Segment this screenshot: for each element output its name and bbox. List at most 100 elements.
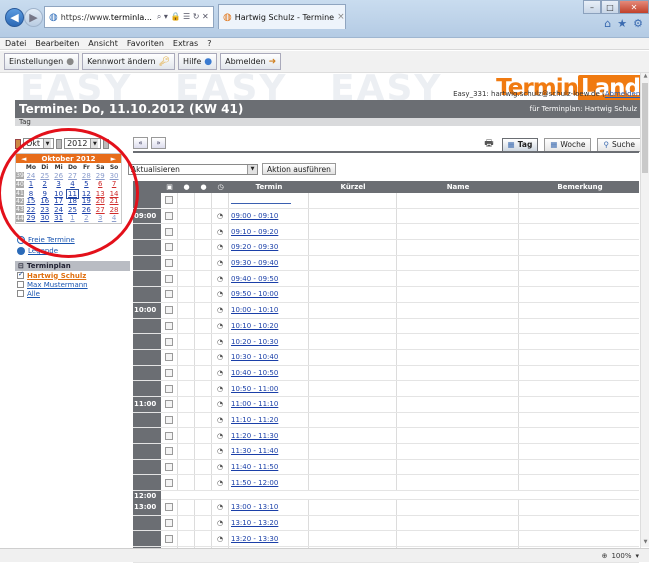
row-checkbox[interactable]	[165, 275, 173, 283]
checkbox-cell[interactable]	[161, 240, 178, 255]
row-checkbox[interactable]	[165, 369, 173, 377]
address-controls[interactable]: ⌕ ▾ 🔒 ☰ ↻ ✕	[157, 12, 209, 22]
time-slot-link[interactable]: 09:00 - 09:10	[229, 209, 309, 224]
gear-icon[interactable]: ⚙	[633, 17, 643, 30]
row-checkbox[interactable]	[165, 259, 173, 267]
schedule-label[interactable]: Max Mustermann	[27, 281, 88, 289]
row-checkbox[interactable]	[165, 306, 173, 314]
time-slot-link[interactable]: 11:20 - 11:30	[229, 428, 309, 443]
row-checkbox[interactable]	[165, 416, 173, 424]
menu-item[interactable]: ?	[207, 39, 211, 48]
time-slot-link[interactable]: 09:50 - 10:00	[229, 287, 309, 302]
menu-item[interactable]: Ansicht	[88, 39, 118, 48]
favorites-star-icon[interactable]: ★	[617, 17, 627, 30]
home-icon[interactable]: ⌂	[604, 17, 611, 30]
select-all-checkbox[interactable]: ▣	[161, 183, 178, 191]
row-checkbox[interactable]	[165, 228, 173, 236]
menu-item[interactable]: Datei	[5, 39, 26, 48]
execute-action-button[interactable]: Aktion ausführen	[262, 163, 336, 175]
row-checkbox[interactable]	[165, 243, 173, 251]
time-slot-link[interactable]: 13:00 - 13:10	[229, 500, 309, 515]
tab-day[interactable]: ▦Tag	[502, 138, 539, 152]
time-slot-link[interactable]: 10:10 - 10:20	[229, 319, 309, 334]
schedule-checkbox[interactable]	[17, 281, 24, 288]
action-select[interactable]: Aktualisieren▼	[128, 164, 258, 175]
calendar-day[interactable]: 24	[24, 172, 38, 180]
month-select[interactable]: Okt▼	[23, 138, 54, 149]
checkbox-cell[interactable]	[161, 531, 178, 546]
menu-item[interactable]: Bearbeiten	[35, 39, 79, 48]
row-checkbox[interactable]	[165, 196, 173, 204]
calendar-day[interactable]: 18	[66, 197, 80, 205]
schedule-label[interactable]: Alle	[27, 290, 40, 298]
legend-link[interactable]: Legende	[17, 247, 58, 255]
row-checkbox[interactable]	[165, 447, 173, 455]
checkbox-cell[interactable]	[161, 381, 178, 396]
calendar-day[interactable]: 26	[52, 172, 66, 180]
time-slot-link[interactable]: 11:00 - 11:10	[229, 397, 309, 412]
time-slot-link[interactable]: 11:40 - 11:50	[229, 460, 309, 475]
calendar-day[interactable]: 16	[38, 197, 52, 205]
logout-link[interactable]: Abmelden	[605, 90, 641, 98]
checkbox-cell[interactable]	[161, 516, 178, 531]
row-checkbox[interactable]	[165, 338, 173, 346]
calendar-day[interactable]: 4	[107, 214, 121, 222]
row-checkbox[interactable]	[165, 503, 173, 511]
calendar-day[interactable]: 27	[66, 172, 80, 180]
row-checkbox[interactable]	[165, 400, 173, 408]
prev-month-button[interactable]: ◄	[21, 155, 26, 163]
schedule-checkbox[interactable]	[17, 290, 24, 297]
calendar-day[interactable]: 4	[66, 180, 80, 188]
menu-item[interactable]: Favoriten	[127, 39, 164, 48]
checkbox-cell[interactable]	[161, 413, 178, 428]
time-slot-link[interactable]: 10:00 - 10:10	[229, 303, 309, 318]
collapse-icon[interactable]: ⊟	[18, 262, 24, 270]
tab-close-icon[interactable]: ×	[337, 12, 345, 22]
calendar-day[interactable]: 3	[52, 180, 66, 188]
calendar-day[interactable]: 1	[24, 180, 38, 188]
next-day-button[interactable]: »	[151, 137, 166, 149]
calendar-day[interactable]: 1	[66, 214, 80, 222]
checkbox-cell[interactable]	[161, 475, 178, 490]
checkbox-cell[interactable]	[161, 460, 178, 475]
week-number[interactable]: 39	[16, 172, 24, 179]
checkbox-cell[interactable]	[161, 350, 178, 365]
week-number[interactable]: 41	[16, 190, 24, 197]
schedule-item[interactable]: Alle	[15, 289, 130, 298]
calendar-day[interactable]: 3	[93, 214, 107, 222]
calendar-day[interactable]: 25	[66, 206, 80, 214]
row-checkbox[interactable]	[165, 290, 173, 298]
calendar-day[interactable]: 17	[52, 197, 66, 205]
time-slot-link[interactable]: 09:30 - 09:40	[229, 256, 309, 271]
zoom-level[interactable]: 100%	[611, 552, 631, 560]
row-checkbox[interactable]	[165, 353, 173, 361]
row-checkbox[interactable]	[165, 535, 173, 543]
row-checkbox[interactable]	[165, 519, 173, 527]
minimize-button[interactable]: –	[583, 0, 601, 14]
week-number[interactable]: 43	[16, 206, 24, 213]
calendar-day[interactable]: 26	[79, 206, 93, 214]
vertical-scrollbar[interactable]: ▲ ▼	[640, 73, 649, 547]
time-slot-link[interactable]: 11:30 - 11:40	[229, 444, 309, 459]
calendar-day[interactable]: 22	[24, 206, 38, 214]
schedule-item[interactable]: Hartwig Schulz	[15, 271, 130, 280]
schedule-item[interactable]: Max Mustermann	[15, 280, 130, 289]
time-slot-link[interactable]: 10:40 - 10:50	[229, 366, 309, 381]
calendar-day[interactable]: 29	[24, 214, 38, 222]
browser-tab[interactable]: ◍ Hartwig Schulz - Termine ×	[218, 4, 346, 29]
calendar-day[interactable]: 27	[93, 206, 107, 214]
calendar-day[interactable]: 5	[79, 180, 93, 188]
calendar-day[interactable]: 2	[38, 180, 52, 188]
row-checkbox[interactable]	[165, 322, 173, 330]
checkbox-cell[interactable]	[161, 303, 178, 318]
checkbox-cell[interactable]	[161, 209, 178, 224]
week-number[interactable]: 44	[16, 215, 24, 222]
calendar-day[interactable]: 23	[38, 206, 52, 214]
calendar-day[interactable]: 30	[107, 172, 121, 180]
chevron-down-icon[interactable]: ▾	[635, 552, 639, 560]
calendar-day[interactable]: 15	[24, 197, 38, 205]
row-checkbox[interactable]	[165, 463, 173, 471]
time-slot-link[interactable]	[229, 193, 309, 208]
time-slot-link[interactable]: 11:50 - 12:00	[229, 475, 309, 490]
tab-search[interactable]: ⚲Suche	[597, 138, 641, 152]
